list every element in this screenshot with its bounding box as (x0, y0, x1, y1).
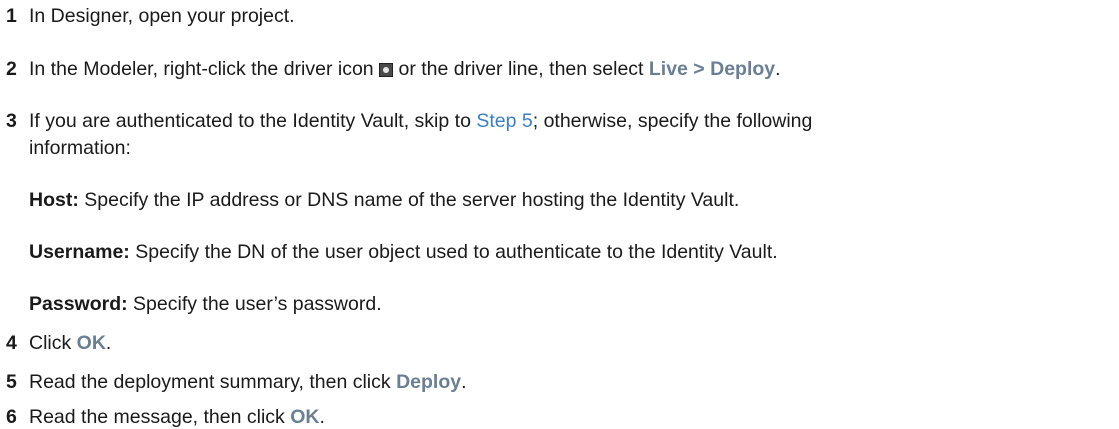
menu-path-live-deploy: Live > Deploy (648, 58, 776, 80)
step-number: 5 (6, 371, 17, 393)
step-text-part: Click (29, 332, 77, 354)
step-text-part: In the Modeler, right-click the driver i… (29, 58, 374, 80)
step-5-link[interactable]: Step 5 (476, 110, 532, 132)
step-number: 4 (6, 332, 17, 354)
field-description: Username: Specify the DN of the user obj… (29, 240, 778, 264)
step-number: 2 (6, 58, 17, 80)
ok-button-label: OK (76, 332, 106, 354)
step-text: information: (29, 137, 131, 159)
step-text-part: Read the deployment summary, then click (29, 371, 397, 393)
step-text-part: . (775, 58, 781, 80)
field-description: Host: Specify the IP address or DNS name… (29, 188, 739, 212)
field-desc: Specify the IP address or DNS name of th… (78, 189, 740, 211)
step-number: 1 (6, 5, 17, 27)
field-desc: Specify the user’s password. (127, 293, 382, 315)
step-text-part: If you are authenticated to the Identity… (29, 110, 477, 132)
deploy-button-label: Deploy (396, 371, 462, 393)
step-text-part: Read the message, then click (29, 406, 291, 428)
step-text: In the Modeler, right-click the driver i… (29, 57, 781, 81)
step-text: Read the deployment summary, then click … (29, 370, 467, 394)
step-text: Click OK. (29, 331, 111, 355)
step-text-part: . (461, 371, 467, 393)
ok-button-label: OK (290, 406, 320, 428)
field-term: Host: (29, 189, 79, 211)
step-text-part: ; otherwise, specify the following (532, 110, 813, 132)
step-text: In Designer, open your project. (29, 5, 295, 27)
step-text-part: or the driver line, then select (393, 58, 649, 80)
field-term: Password: (29, 293, 128, 315)
field-term: Username: (29, 241, 130, 263)
step-text: If you are authenticated to the Identity… (29, 109, 812, 133)
step-text: Read the message, then click OK. (29, 405, 325, 429)
field-description: Password: Specify the user’s password. (29, 292, 382, 316)
field-desc: Specify the DN of the user object used t… (129, 241, 778, 263)
step-text-part: . (319, 406, 325, 428)
procedure-document: 1 In Designer, open your project. 2 In t… (0, 0, 1119, 428)
step-number: 6 (6, 406, 17, 428)
driver-icon (379, 63, 394, 77)
step-number: 3 (6, 110, 17, 132)
step-text-part: . (105, 332, 112, 354)
